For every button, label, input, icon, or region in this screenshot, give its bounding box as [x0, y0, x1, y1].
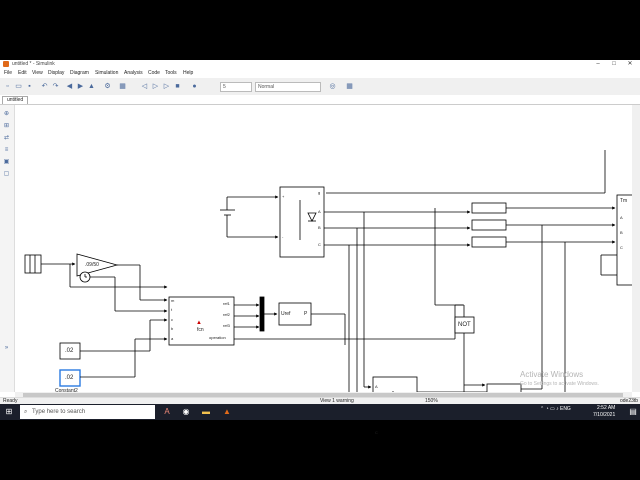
constant1-value[interactable]: .02 — [65, 348, 73, 354]
new-model-icon[interactable]: ▫ — [3, 82, 12, 91]
clock-date[interactable]: 7/10/2021 — [593, 412, 615, 418]
menu-view[interactable]: View — [32, 70, 43, 76]
fcn-port-operation: operation — [209, 335, 226, 340]
arrow-icon[interactable]: ⇄ — [3, 135, 10, 142]
fcn-port-t: t — [171, 307, 173, 312]
acrobat-icon[interactable]: A — [162, 407, 172, 417]
menu-simulation[interactable]: Simulation — [95, 70, 118, 76]
run-icon[interactable]: ▷ — [151, 82, 160, 91]
tool-palette: ⊕ ⊞ ⇄ ≡ ▣ ▢ » — [0, 105, 15, 392]
uref-port: Uref — [281, 311, 291, 317]
fcn-port-ref3: ref3 — [223, 323, 230, 328]
up-icon[interactable]: ▲ — [87, 82, 96, 91]
gain-label[interactable]: .09/50 — [85, 262, 99, 268]
fcn-label[interactable]: fcn — [197, 327, 204, 333]
record-icon[interactable]: ● — [190, 82, 199, 91]
machine-port-b: B — [620, 230, 623, 235]
machine-port-c: C — [620, 245, 623, 250]
menu-code[interactable]: Code — [148, 70, 160, 76]
windows-start-icon[interactable]: ⊞ — [4, 407, 14, 417]
taskbar-search[interactable]: ⌕ Type here to search — [20, 405, 155, 419]
minimize-button[interactable]: – — [590, 60, 606, 69]
rectifier-port-a: A — [375, 384, 378, 389]
bridge-port-g: g — [318, 190, 321, 195]
toolbar: ▫ ▭ ▪ ↶ ↷ ◀ ▶ ▲ ⚙ ▦ ◁ ▷ ▷ ■ ● 5 Normal ◎… — [0, 78, 640, 96]
menu-bar: File Edit View Display Diagram Simulatio… — [0, 69, 640, 78]
fit-view-icon[interactable]: ⊞ — [3, 123, 10, 130]
fcn-port-ref1: ref1 — [223, 301, 230, 306]
back-icon[interactable]: ◀ — [65, 82, 74, 91]
activate-windows-title: Activate Windows — [520, 370, 584, 379]
step-forward-icon[interactable]: ▷ — [162, 82, 171, 91]
annotation-icon[interactable]: ≡ — [3, 147, 10, 154]
notification-icon[interactable]: ▤ — [628, 407, 638, 417]
tray-icons[interactable]: ⌃ ◔ ▭ ♪ ENG — [540, 406, 571, 412]
bridge-port-plus: + — [282, 194, 285, 199]
rectifier-port-c: C — [375, 430, 378, 435]
zoom-icon[interactable]: ⊕ — [3, 111, 10, 118]
simulink-logo-icon — [3, 61, 9, 67]
model-canvas[interactable]: .09/50 .02 .02 Constant2 ▲ fcn m t c b a… — [15, 105, 638, 446]
undo-icon[interactable]: ↶ — [40, 82, 49, 91]
collapse-icon[interactable]: » — [3, 345, 10, 352]
fcn-port-ref2: ref2 — [223, 312, 230, 317]
close-button[interactable]: ✕ — [622, 60, 638, 69]
menu-file[interactable]: File — [4, 70, 12, 76]
block-diagram — [24, 150, 638, 446]
fcn-port-m: m — [171, 298, 175, 303]
forward-icon[interactable]: ▶ — [76, 82, 85, 91]
title-bar: untitled * - Simulink – □ ✕ — [0, 60, 640, 69]
simulation-mode-select[interactable]: Normal — [255, 82, 321, 92]
p-port: P — [304, 311, 308, 317]
stop-icon[interactable]: ■ — [173, 82, 182, 91]
vertical-scrollbar[interactable] — [632, 105, 640, 392]
library-icon[interactable]: ▦ — [118, 82, 127, 91]
search-placeholder: Type here to search — [32, 409, 86, 415]
file-explorer-icon[interactable]: ▬ — [201, 407, 211, 417]
fcn-port-c: c — [171, 317, 173, 322]
save-icon[interactable]: ▪ — [25, 82, 34, 91]
menu-help[interactable]: Help — [183, 70, 193, 76]
tab-untitled[interactable]: untitled — [2, 96, 29, 104]
menu-analysis[interactable]: Analysis — [124, 70, 143, 76]
bridge-port-c: C — [318, 242, 321, 247]
fcn-port-b: b — [171, 326, 174, 331]
window-title: untitled * - Simulink — [12, 61, 55, 67]
bridge-port-a: A — [318, 209, 321, 214]
machine-port-a: A — [620, 215, 623, 220]
clock-time[interactable]: 2:52 AM — [597, 405, 615, 411]
open-icon[interactable]: ▭ — [14, 82, 23, 91]
matlab-function-icon: ▲ — [196, 320, 202, 326]
grid-icon[interactable]: ▦ — [345, 82, 354, 91]
maximize-button[interactable]: □ — [606, 60, 622, 69]
machine-tm-port: Tm — [620, 198, 628, 204]
area-icon[interactable]: ▢ — [3, 171, 10, 178]
activate-windows-subtitle: Go to Settings to activate Windows. — [520, 381, 599, 387]
search-icon: ⌕ — [24, 409, 28, 415]
settings-icon[interactable]: ⚙ — [103, 82, 112, 91]
bridge-port-minus: - — [282, 234, 284, 239]
menu-display[interactable]: Display — [48, 70, 64, 76]
model-advisor-icon[interactable]: ◎ — [328, 82, 337, 91]
image-icon[interactable]: ▣ — [3, 159, 10, 166]
constant2-value[interactable]: .02 — [65, 375, 73, 381]
step-back-icon[interactable]: ◁ — [140, 82, 149, 91]
fcn-port-a: a — [171, 336, 174, 341]
menu-diagram[interactable]: Diagram — [70, 70, 89, 76]
not-gate-label[interactable]: NOT — [458, 322, 471, 328]
stop-time-field[interactable]: 5 — [220, 82, 252, 92]
simulink-window: untitled * - Simulink – □ ✕ File Edit Vi… — [0, 60, 640, 446]
menu-edit[interactable]: Edit — [18, 70, 27, 76]
matlab-icon[interactable]: ▲ — [222, 407, 232, 417]
windows-taskbar: ⊞ ⌕ Type here to search A ◉ ▬ ▲ ⌃ ◔ ▭ ♪ … — [0, 404, 640, 420]
tab-row: untitled — [0, 95, 640, 105]
redo-icon[interactable]: ↷ — [51, 82, 60, 91]
bridge-port-b: B — [318, 225, 321, 230]
menu-tools[interactable]: Tools — [165, 70, 177, 76]
chrome-icon[interactable]: ◉ — [181, 407, 191, 417]
